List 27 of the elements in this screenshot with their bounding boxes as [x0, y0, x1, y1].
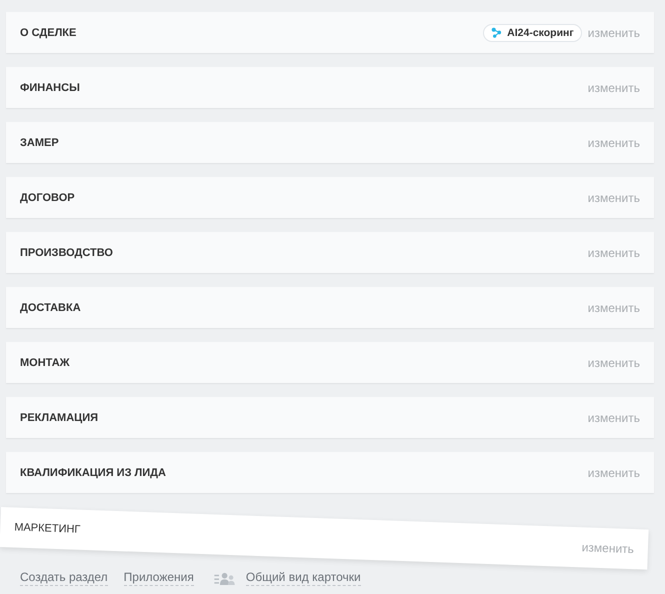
scoring-badge[interactable]: AI24-скоринг [483, 24, 582, 42]
section-title: ДОСТАВКА [20, 302, 81, 314]
section-card[interactable]: РЕКЛАМАЦИЯ изменить [6, 397, 654, 438]
section-card[interactable]: КВАЛИФИКАЦИЯ ИЗ ЛИДА изменить [6, 452, 654, 493]
section-title: МАРКЕТИНГ [14, 521, 81, 536]
section-title: ДОГОВОР [20, 192, 75, 204]
section-title: РЕКЛАМАЦИЯ [20, 412, 98, 424]
section-card[interactable]: ЗАМЕР изменить [6, 122, 654, 163]
section-title: ПРОИЗВОДСТВО [20, 246, 113, 258]
nodes-icon [491, 27, 502, 38]
footer-link[interactable]: Общий вид карточки [246, 570, 361, 586]
section-card[interactable]: ПРОИЗВОДСТВО изменить [6, 232, 654, 273]
section-card[interactable]: ФИНАНСЫ изменить [6, 67, 654, 108]
edit-link[interactable]: изменить [581, 540, 634, 556]
footer-link[interactable]: Создать раздел [20, 570, 108, 586]
section-card[interactable]: ДОСТАВКА изменить [6, 287, 654, 328]
section-card[interactable]: О СДЕЛКЕ AI24-скоринг изменить [6, 12, 654, 53]
section-title: ЗАМЕР [20, 136, 59, 148]
section-card[interactable]: МОНТАЖ изменить [6, 342, 654, 383]
people-icon [214, 572, 237, 584]
dragged-section-card[interactable]: МАРКЕТИНГ изменить [0, 507, 649, 570]
section-title: ФИНАНСЫ [20, 82, 80, 94]
section-card[interactable]: ДОГОВОР изменить [6, 177, 654, 218]
section-title: О СДЕЛКЕ [20, 26, 76, 38]
footer-link[interactable]: Приложения [124, 570, 194, 586]
section-title: МОНТАЖ [20, 356, 70, 368]
section-title: КВАЛИФИКАЦИЯ ИЗ ЛИДА [20, 466, 166, 478]
